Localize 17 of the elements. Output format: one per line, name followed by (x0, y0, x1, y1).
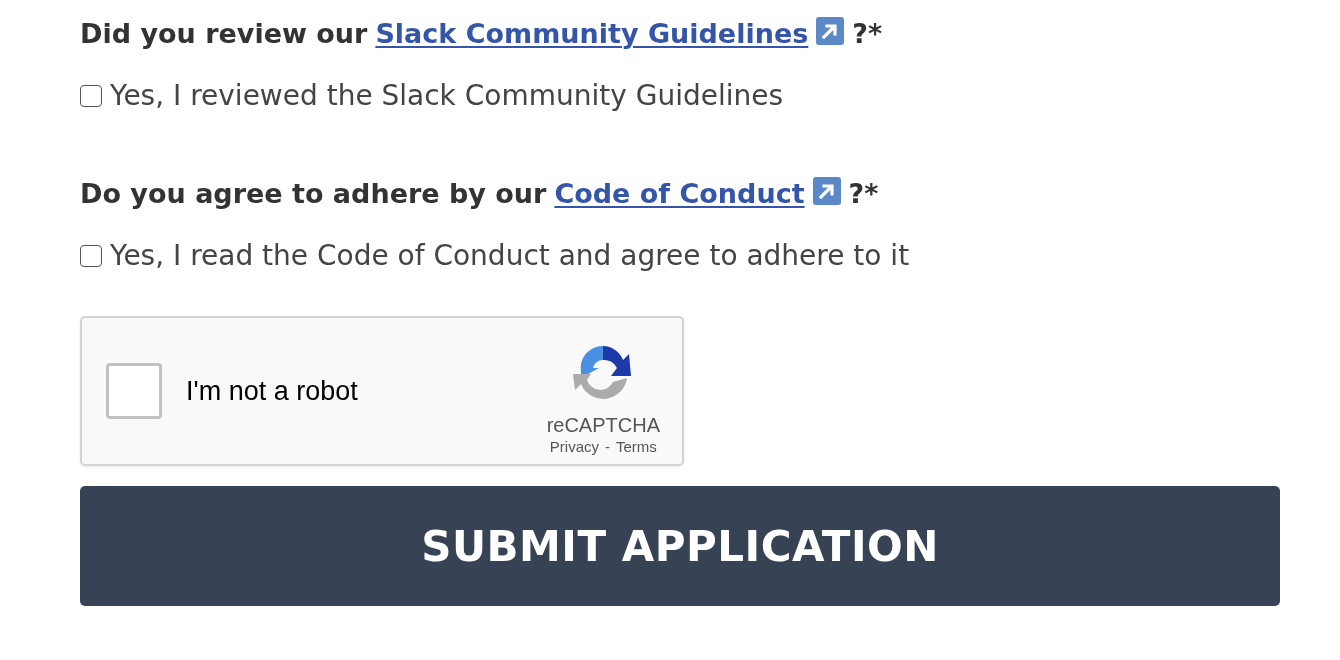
privacy-link[interactable]: Privacy (549, 438, 599, 456)
external-link-icon[interactable] (816, 17, 845, 45)
captcha-checkbox[interactable] (106, 363, 162, 419)
captcha-brand-label: reCAPTCHA (546, 414, 660, 436)
guideline-link[interactable]: Code of Conduct (554, 172, 805, 216)
captcha-label: I'm not a robot (186, 375, 358, 407)
submit-button[interactable]: SUBMIT APPLICATION (80, 486, 1280, 606)
checkbox-label[interactable]: Yes, I read the Code of Conduct and agree to adhere to it (110, 236, 910, 276)
question-label: Did you review our Slack Community Guidelines ?* (80, 12, 883, 56)
external-link-icon[interactable] (812, 177, 841, 205)
checkbox[interactable] (80, 85, 102, 107)
guideline-link[interactable]: Slack Community Guidelines (375, 12, 809, 56)
checkbox-label[interactable]: Yes, I reviewed the Slack Community Guidelines (110, 76, 784, 116)
question-label: Do you agree to adhere by our Code of Conduct ?* (80, 172, 879, 216)
checkbox[interactable] (80, 245, 102, 267)
terms-link[interactable]: Terms (616, 438, 657, 456)
separator-label: - (605, 438, 610, 456)
